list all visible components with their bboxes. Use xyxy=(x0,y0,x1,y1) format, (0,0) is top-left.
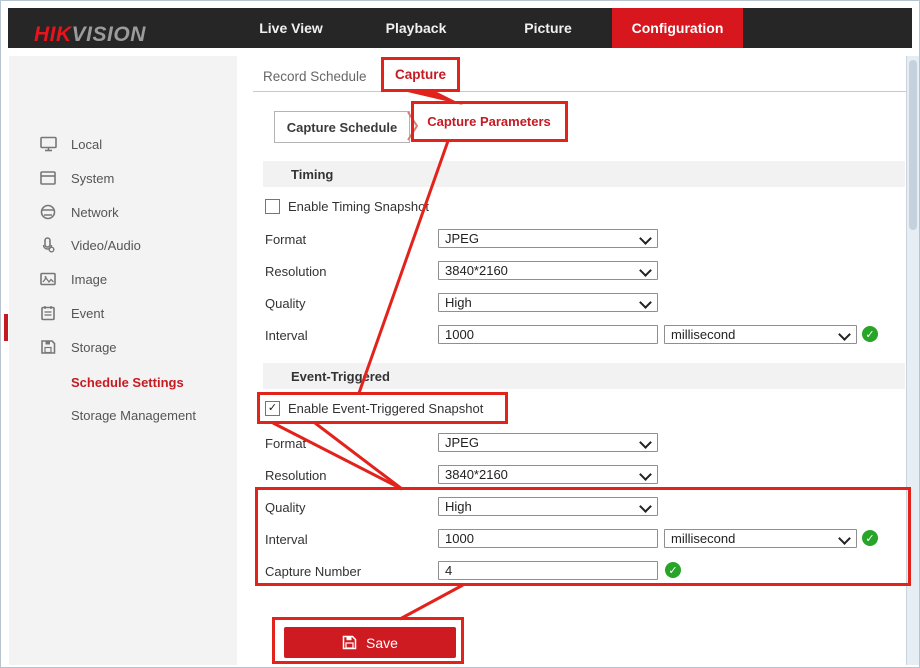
enable-event-triggered-row: ✓ Enable Event-Triggered Snapshot xyxy=(265,401,483,416)
valid-check-icon: ✓ xyxy=(665,562,681,578)
sidebar-item-label: System xyxy=(71,171,114,186)
sidebar: Local System Network Video/Audio Image xyxy=(9,56,237,665)
event-interval-unit-value: millisecond xyxy=(671,531,735,547)
tab-capture[interactable]: Capture xyxy=(384,60,457,89)
timing-format-label: Format xyxy=(265,232,306,247)
chevron-down-icon xyxy=(639,296,652,309)
event-format-select[interactable]: JPEG xyxy=(438,433,658,452)
microphone-icon xyxy=(39,236,57,254)
event-quality-select[interactable]: High xyxy=(438,497,658,516)
enable-timing-snapshot-checkbox[interactable] xyxy=(265,199,280,214)
capture-number-label: Capture Number xyxy=(265,564,361,579)
timing-interval-label: Interval xyxy=(265,328,308,343)
nav-configuration[interactable]: Configuration xyxy=(612,8,743,48)
sidebar-item-event[interactable]: Event xyxy=(9,297,237,329)
event-format-label: Format xyxy=(265,436,306,451)
storage-disk-icon xyxy=(39,338,57,356)
save-button[interactable]: Save xyxy=(284,627,456,658)
timing-resolution-label: Resolution xyxy=(265,264,326,279)
tab-record-schedule[interactable]: Record Schedule xyxy=(263,69,367,84)
event-interval-unit-select[interactable]: millisecond xyxy=(664,529,857,548)
logo-vision: VISION xyxy=(72,23,146,46)
sidebar-item-label: Schedule Settings xyxy=(71,375,184,390)
save-button-label: Save xyxy=(366,635,398,651)
event-icon xyxy=(39,304,57,322)
capture-number-input[interactable] xyxy=(438,561,658,580)
enable-event-triggered-checkbox[interactable]: ✓ xyxy=(265,401,280,416)
top-navbar: HIKVISION xyxy=(8,8,912,48)
hikvision-configuration-page: HIKVISION Live View Playback Picture Con… xyxy=(0,0,920,668)
subtab-capture-schedule[interactable]: Capture Schedule xyxy=(274,111,410,143)
chevron-down-icon xyxy=(639,436,652,449)
timing-interval-unit-select[interactable]: millisecond xyxy=(664,325,857,344)
event-interval-label: Interval xyxy=(265,532,308,547)
sidebar-item-label: Video/Audio xyxy=(71,238,141,253)
sidebar-item-system[interactable]: System xyxy=(9,162,237,194)
logo-hik: HIK xyxy=(34,23,72,46)
chevron-down-icon xyxy=(639,232,652,245)
chevron-down-icon xyxy=(838,328,851,341)
window-icon xyxy=(39,169,57,187)
event-quality-label: Quality xyxy=(265,500,305,515)
tabs-divider xyxy=(253,91,907,92)
enable-event-triggered-label: Enable Event-Triggered Snapshot xyxy=(288,401,483,416)
sidebar-item-local[interactable]: Local xyxy=(9,128,237,160)
sidebar-item-label: Local xyxy=(71,137,102,152)
timing-format-select[interactable]: JPEG xyxy=(438,229,658,248)
save-icon xyxy=(342,635,357,650)
subtab-capture-parameters[interactable]: Capture Parameters xyxy=(414,103,564,140)
active-item-indicator xyxy=(4,314,8,341)
sidebar-item-network[interactable]: Network xyxy=(9,196,237,228)
globe-icon xyxy=(39,203,57,221)
valid-check-icon: ✓ xyxy=(862,530,878,546)
hikvision-logo: HIKVISION xyxy=(34,23,146,47)
timing-interval-input[interactable] xyxy=(438,325,658,344)
nav-live-view[interactable]: Live View xyxy=(249,8,333,48)
sidebar-item-video-audio[interactable]: Video/Audio xyxy=(9,229,237,261)
event-triggered-section-header: Event-Triggered xyxy=(263,363,905,389)
sidebar-item-storage-management[interactable]: Storage Management xyxy=(9,399,237,431)
timing-section-header: Timing xyxy=(263,161,905,187)
image-icon xyxy=(39,270,57,288)
nav-playback[interactable]: Playback xyxy=(374,8,458,48)
chevron-down-icon xyxy=(838,532,851,545)
sidebar-item-storage[interactable]: Storage xyxy=(9,331,237,363)
event-resolution-value: 3840*2160 xyxy=(445,467,508,483)
sidebar-item-label: Event xyxy=(71,306,104,321)
sidebar-item-label: Network xyxy=(71,205,119,220)
enable-timing-snapshot-row: Enable Timing Snapshot xyxy=(265,199,429,214)
timing-resolution-select[interactable]: 3840*2160 xyxy=(438,261,658,280)
chevron-down-icon xyxy=(639,264,652,277)
sidebar-item-schedule-settings[interactable]: Schedule Settings xyxy=(9,366,237,398)
event-quality-value: High xyxy=(445,499,472,515)
timing-format-value: JPEG xyxy=(445,231,479,247)
chevron-down-icon xyxy=(639,468,652,481)
event-interval-input[interactable] xyxy=(438,529,658,548)
monitor-icon xyxy=(39,135,57,153)
event-resolution-label: Resolution xyxy=(265,468,326,483)
sidebar-item-label: Image xyxy=(71,272,107,287)
valid-check-icon: ✓ xyxy=(862,326,878,342)
nav-picture[interactable]: Picture xyxy=(509,8,587,48)
vertical-scrollbar[interactable] xyxy=(906,56,919,665)
enable-timing-snapshot-label: Enable Timing Snapshot xyxy=(288,199,429,214)
timing-interval-unit-value: millisecond xyxy=(671,327,735,343)
timing-quality-value: High xyxy=(445,295,472,311)
event-resolution-select[interactable]: 3840*2160 xyxy=(438,465,658,484)
chevron-down-icon xyxy=(639,500,652,513)
sidebar-item-image[interactable]: Image xyxy=(9,263,237,295)
timing-quality-label: Quality xyxy=(265,296,305,311)
timing-quality-select[interactable]: High xyxy=(438,293,658,312)
timing-resolution-value: 3840*2160 xyxy=(445,263,508,279)
scrollbar-thumb[interactable] xyxy=(909,60,917,230)
sidebar-item-label: Storage Management xyxy=(71,408,196,423)
sidebar-item-label: Storage xyxy=(71,340,117,355)
event-format-value: JPEG xyxy=(445,435,479,451)
